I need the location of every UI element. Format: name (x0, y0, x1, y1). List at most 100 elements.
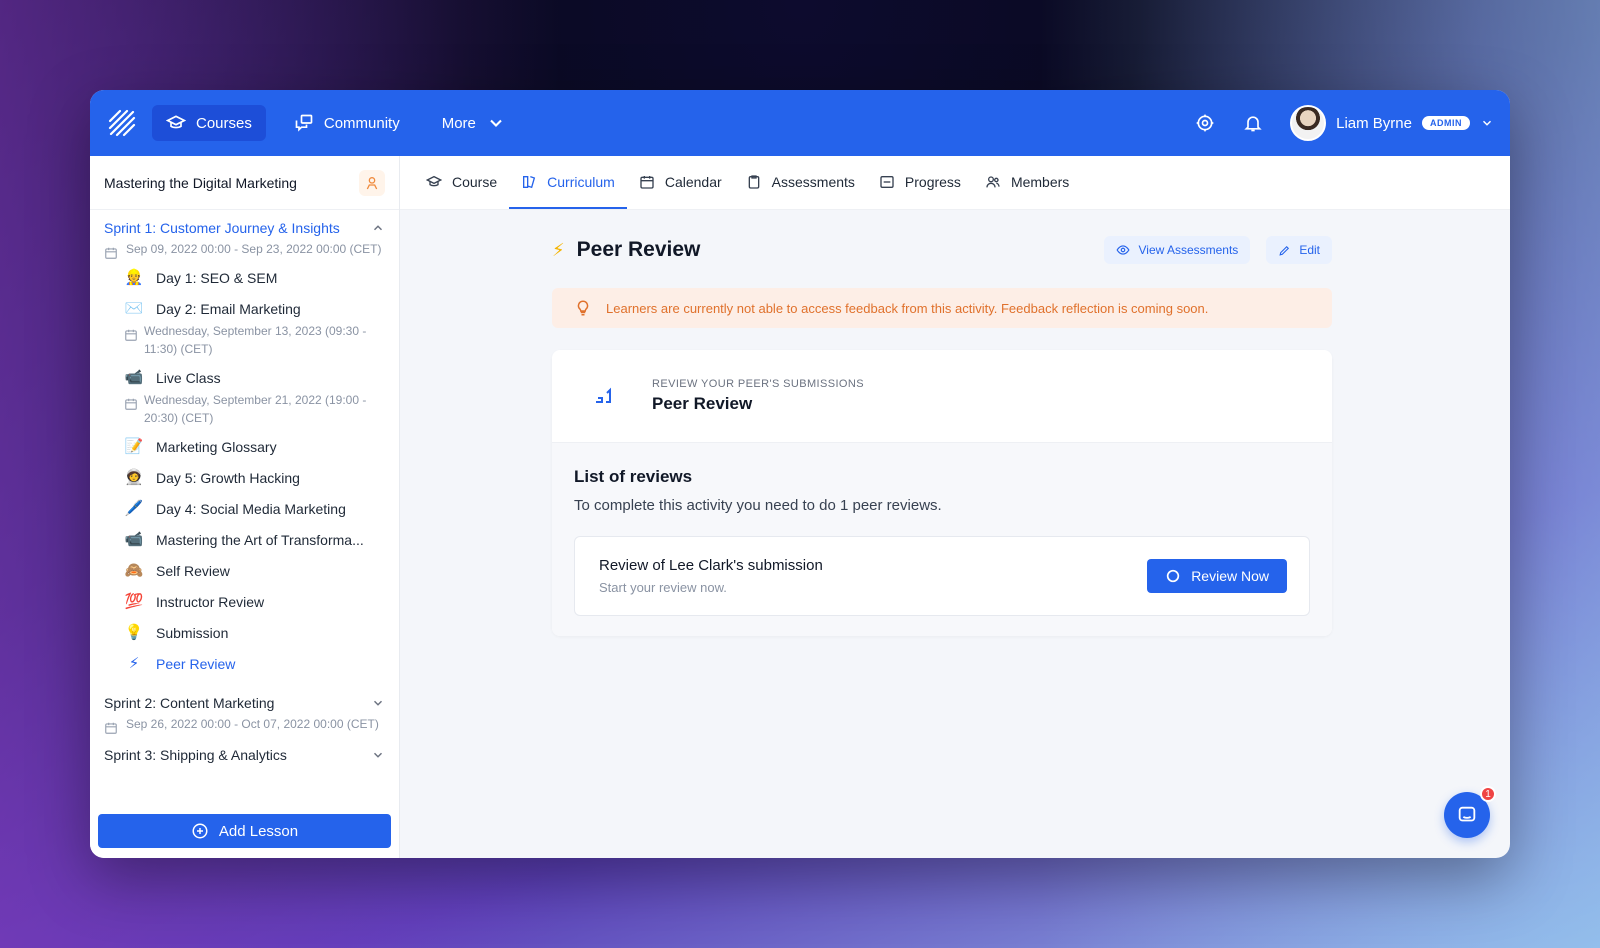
lesson-item[interactable]: 📝 Marketing Glossary (124, 437, 385, 457)
tab-label: Progress (904, 173, 961, 190)
lesson-emoji-icon: 🙈 (124, 562, 144, 579)
peer-review-card: REVIEW YOUR PEER'S SUBMISSIONS Peer Revi… (552, 350, 1332, 636)
unread-count-badge: 1 (1480, 786, 1496, 802)
chat-icon (1458, 806, 1476, 822)
lesson-emoji-icon: 💡 (124, 624, 144, 641)
calendar-icon (640, 175, 654, 189)
sprint-1: Sprint 1: Customer Journey & Insights Se… (90, 220, 399, 691)
card-title: Peer Review (652, 394, 753, 413)
review-subtitle: Start your review now. (599, 580, 727, 595)
tab-assessments[interactable]: Assessments (734, 156, 867, 209)
content-area: Course Curriculum Calendar Assessments P… (400, 156, 1510, 858)
lesson-item[interactable]: 🧑‍🚀 Day 5: Growth Hacking (124, 468, 385, 488)
lesson-item[interactable]: 👷 Day 1: SEO & SEM (124, 268, 385, 288)
sidebar-header: Mastering the Digital Marketing (90, 156, 399, 210)
user-menu[interactable]: Liam Byrne ADMIN (1290, 105, 1494, 141)
view-assessments-button[interactable]: View Assessments (1104, 236, 1251, 264)
curriculum-sidebar: Mastering the Digital Marketing Sprint 1… (90, 156, 400, 858)
review-now-button[interactable]: Review Now (1147, 559, 1287, 593)
calendar-icon (105, 247, 117, 259)
chevron-down-icon[interactable] (371, 748, 385, 762)
chevron-down-icon (490, 119, 502, 127)
lesson-panel: ⚡ Peer Review View Assessments Edit Lear… (552, 210, 1332, 636)
members-icon (986, 175, 1000, 187)
nav-more-button[interactable]: More (428, 105, 520, 141)
lesson-item[interactable]: 🙈 Self Review (124, 561, 385, 581)
feedback-warning-banner: Learners are currently not able to acces… (552, 288, 1332, 328)
sprint-date: Sep 26, 2022 00:00 - Oct 07, 2022 00:00 … (104, 715, 385, 735)
sprint-1-header[interactable]: Sprint 1: Customer Journey & Insights (104, 220, 385, 236)
lesson-label: Day 1: SEO & SEM (156, 270, 278, 286)
nav-courses-button[interactable]: Courses (152, 105, 266, 141)
lesson-item[interactable]: 💯 Instructor Review (124, 592, 385, 612)
tab-label: Assessments (771, 173, 855, 190)
lesson-item[interactable]: 📹 Live Class (124, 368, 385, 388)
lesson-emoji-icon: 📹 (124, 369, 144, 386)
chevron-down-icon (1482, 120, 1492, 126)
lesson-item-active[interactable]: ⚡ Peer Review (124, 654, 385, 674)
tab-label: Course (452, 173, 498, 190)
lesson-emoji-icon: 📝 (124, 438, 144, 455)
user-name: Liam Byrne (1336, 114, 1412, 132)
app-logo-icon[interactable] (106, 107, 138, 139)
lesson-item[interactable]: 📹 Mastering the Art of Transforma... (124, 530, 385, 550)
chevron-down-icon[interactable] (371, 696, 385, 710)
plus-circle-icon (192, 823, 208, 839)
sprint-date-text: Sep 09, 2022 00:00 - Sep 23, 2022 00:00 … (126, 242, 382, 256)
sprint-3-header[interactable]: Sprint 3: Shipping & Analytics (104, 747, 385, 763)
sprint-3: Sprint 3: Shipping & Analytics (90, 747, 399, 763)
edit-button[interactable]: Edit (1266, 236, 1332, 264)
review-item: Review of Lee Clark's submission Start y… (574, 536, 1310, 616)
lightbulb-icon (577, 300, 589, 316)
review-now-label: Review Now (1191, 568, 1269, 584)
chat-support-button[interactable]: 1 (1444, 786, 1496, 838)
view-assessments-label: View Assessments (1138, 243, 1239, 257)
lesson-item[interactable]: 🖊️ Day 4: Social Media Marketing (124, 499, 385, 519)
page-title: Peer Review (576, 238, 701, 261)
avatar (1290, 105, 1327, 141)
notification-bell-icon[interactable] (1242, 112, 1264, 134)
lesson-schedule-text: Wednesday, September 21, 2022 (19:00 - 2… (144, 393, 367, 425)
eye-icon (1116, 245, 1130, 255)
tab-progress[interactable]: Progress (867, 156, 973, 209)
sprint-2-header[interactable]: Sprint 2: Content Marketing (104, 695, 385, 711)
nav-courses-label: Courses (196, 114, 252, 132)
edit-label: Edit (1299, 243, 1320, 257)
tab-curriculum[interactable]: Curriculum (509, 156, 627, 209)
role-badge: ADMIN (1422, 116, 1470, 130)
add-lesson-button[interactable]: Add Lesson (98, 814, 391, 848)
settings-gear-icon[interactable] (1194, 112, 1216, 134)
lesson-item[interactable]: ✉️ Day 2: Email Marketing (124, 299, 385, 319)
lesson-schedule: Wednesday, September 21, 2022 (19:00 - 2… (124, 391, 385, 427)
nav-community-button[interactable]: Community (280, 105, 414, 141)
review-title: Review of Lee Clark's submission (599, 557, 823, 574)
circle-icon (1167, 569, 1180, 583)
lesson-label: Day 5: Growth Hacking (156, 470, 300, 486)
sprint-2: Sprint 2: Content Marketing Sep 26, 2022… (90, 695, 399, 735)
list-description: To complete this activity you need to do… (574, 497, 942, 514)
nav-community-label: Community (323, 114, 400, 132)
peer-review-icon (596, 387, 611, 403)
clipboard-icon (748, 174, 759, 189)
add-lesson-label: Add Lesson (218, 822, 299, 840)
chevron-up-icon[interactable] (371, 221, 385, 235)
lesson-label: Instructor Review (156, 594, 265, 610)
app-window: Courses Community More Liam Byrne ADMIN (90, 90, 1510, 858)
user-badge-icon[interactable] (359, 169, 385, 196)
lesson-emoji-icon: ⚡ (128, 655, 140, 672)
card-kicker: REVIEW YOUR PEER'S SUBMISSIONS (652, 378, 864, 390)
graduation-cap-icon (166, 115, 186, 129)
sprint-title: Sprint 2: Content Marketing (104, 695, 275, 711)
lesson-item[interactable]: 💡 Submission (124, 623, 385, 643)
sprint-title: Sprint 3: Shipping & Analytics (104, 747, 287, 763)
lesson-label: Live Class (156, 370, 221, 386)
tab-label: Calendar (664, 173, 722, 190)
lightning-icon: ⚡ (552, 239, 565, 260)
tab-members[interactable]: Members (973, 156, 1081, 209)
lesson-schedule: Wednesday, September 13, 2023 (09:30 - 1… (124, 322, 385, 358)
tab-course[interactable]: Course (414, 156, 509, 209)
lesson-label: Day 4: Social Media Marketing (156, 501, 346, 517)
lesson-emoji-icon: 👷 (124, 269, 144, 286)
tab-calendar[interactable]: Calendar (627, 156, 734, 209)
course-tabs: Course Curriculum Calendar Assessments P… (400, 156, 1510, 210)
